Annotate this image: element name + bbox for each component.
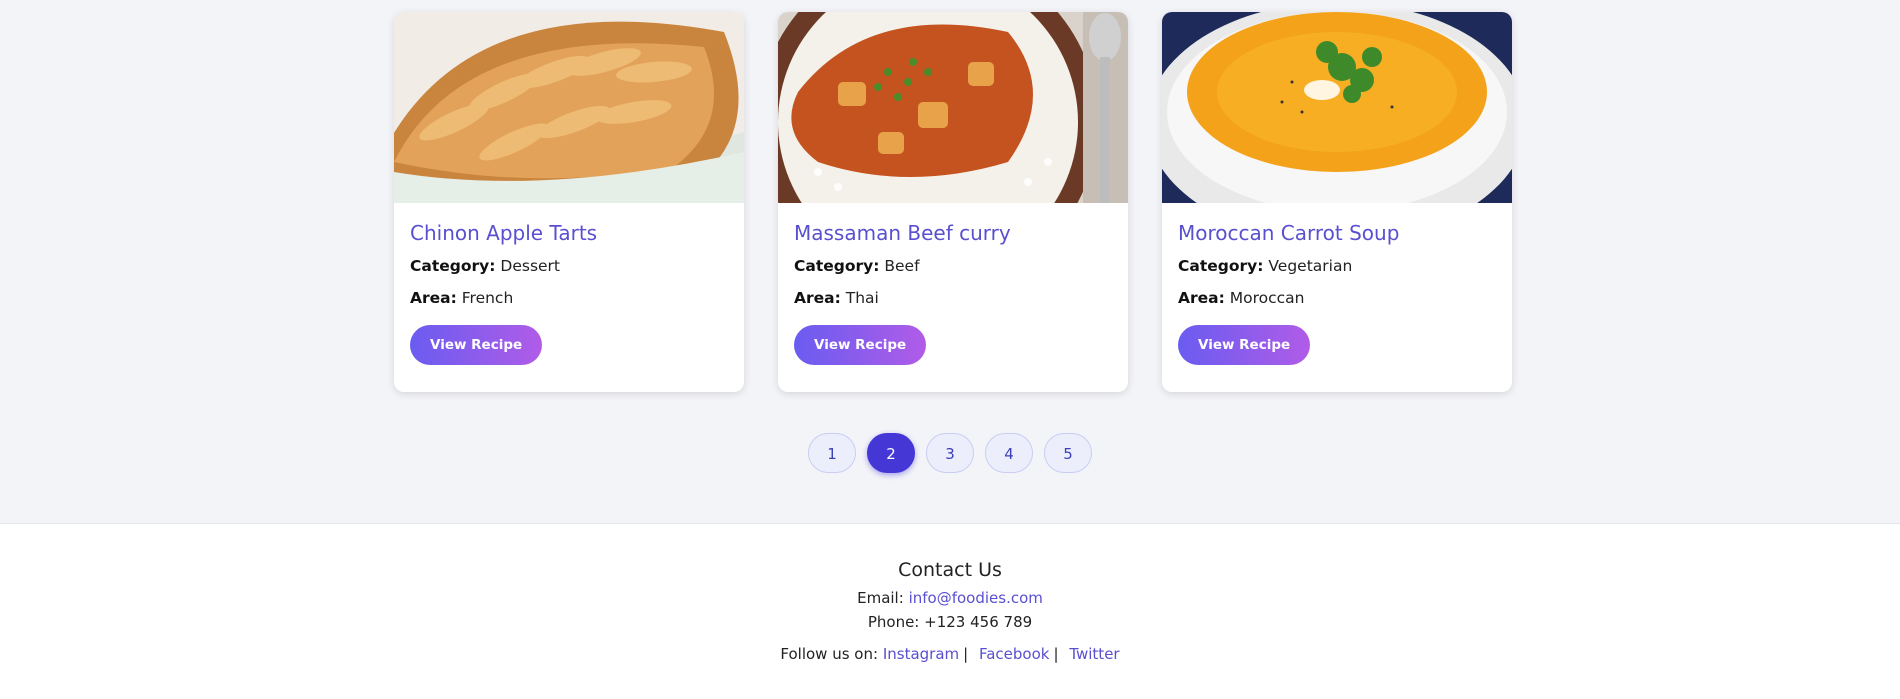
page-button-1[interactable]: 1: [808, 433, 856, 473]
recipe-card: Massaman Beef curry Category: Beef Area:…: [778, 12, 1128, 392]
page-button-3[interactable]: 3: [926, 433, 974, 473]
recipe-card: Chinon Apple Tarts Category: Dessert Are…: [394, 12, 744, 392]
follow-label: Follow us on:: [780, 645, 879, 663]
area-label: Area:: [410, 289, 457, 307]
recipe-title[interactable]: Moroccan Carrot Soup: [1178, 221, 1496, 245]
twitter-link[interactable]: Twitter: [1069, 645, 1119, 663]
page-button-4[interactable]: 4: [985, 433, 1033, 473]
recipe-area: Area: French: [410, 289, 728, 307]
page-button-2-active[interactable]: 2: [867, 433, 915, 473]
recipe-image[interactable]: [1162, 12, 1512, 203]
view-recipe-button[interactable]: View Recipe: [410, 325, 543, 365]
contact-phone: Phone: +123 456 789: [0, 613, 1900, 631]
facebook-link[interactable]: Facebook: [979, 645, 1049, 663]
recipe-category: Category: Beef: [794, 257, 1112, 275]
contact-heading: Contact Us: [898, 559, 1002, 581]
recipe-area: Area: Thai: [794, 289, 1112, 307]
view-recipe-button[interactable]: View Recipe: [794, 325, 927, 365]
phone-value: +123 456 789: [924, 613, 1033, 631]
recipe-category: Category: Vegetarian: [1178, 257, 1496, 275]
category-value: Vegetarian: [1268, 257, 1353, 275]
recipe-image[interactable]: [778, 12, 1128, 203]
recipe-card: Moroccan Carrot Soup Category: Vegetaria…: [1162, 12, 1512, 392]
category-label: Category:: [410, 257, 496, 275]
recipe-grid: Chinon Apple Tarts Category: Dessert Are…: [394, 12, 1512, 392]
phone-label: Phone:: [867, 613, 920, 631]
recipe-image[interactable]: [394, 12, 744, 203]
divider: |: [963, 645, 969, 663]
recipe-area: Area: Moroccan: [1178, 289, 1496, 307]
area-value: Thai: [845, 289, 879, 307]
email-link[interactable]: info@foodies.com: [909, 589, 1043, 607]
view-recipe-button[interactable]: View Recipe: [1178, 325, 1311, 365]
recipe-title[interactable]: Chinon Apple Tarts: [410, 221, 728, 245]
instagram-link[interactable]: Instagram: [883, 645, 959, 663]
area-label: Area:: [1178, 289, 1225, 307]
footer: Contact Us Email: info@foodies.com Phone…: [0, 523, 1900, 699]
social-links: Follow us on: Instagram | Facebook | Twitt…: [0, 645, 1900, 663]
area-value: French: [461, 289, 514, 307]
area-value: Moroccan: [1229, 289, 1305, 307]
area-label: Area:: [794, 289, 841, 307]
category-label: Category:: [1178, 257, 1264, 275]
category-label: Category:: [794, 257, 880, 275]
recipe-category: Category: Dessert: [410, 257, 728, 275]
email-label: Email:: [857, 589, 904, 607]
contact-email: Email: info@foodies.com: [0, 589, 1900, 607]
category-value: Dessert: [500, 257, 560, 275]
page-button-5[interactable]: 5: [1044, 433, 1092, 473]
recipe-title[interactable]: Massaman Beef curry: [794, 221, 1112, 245]
category-value: Beef: [884, 257, 920, 275]
divider: |: [1053, 645, 1059, 663]
pagination: 1 2 3 4 5: [0, 433, 1900, 473]
